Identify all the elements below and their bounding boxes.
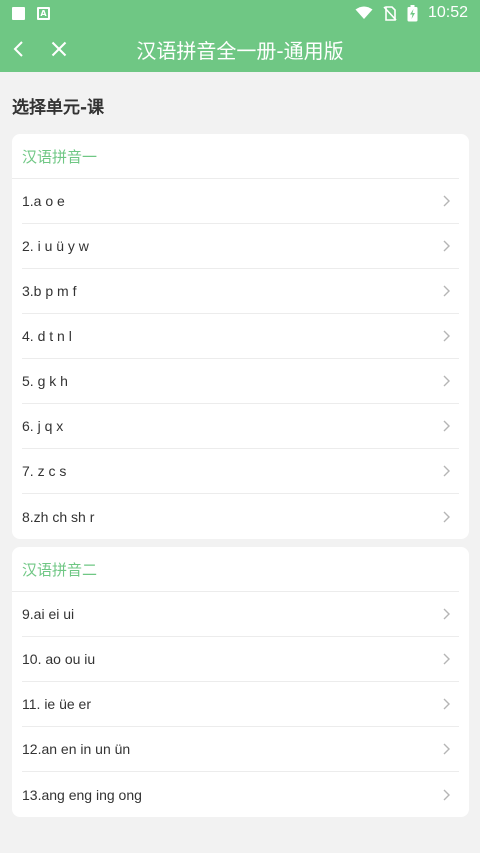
lesson-label: 4. d t n l	[22, 328, 72, 344]
status-bar: A 10:52	[0, 0, 480, 26]
close-button[interactable]	[44, 34, 74, 64]
lesson-label: 8.zh ch sh r	[22, 508, 95, 525]
lesson-label: 5. g k h	[22, 373, 68, 389]
unit-card: 汉语拼音一 1.a o e 2. i u ü y w 3.b p m f 4. …	[12, 134, 469, 539]
lesson-row[interactable]: 6. j q x	[22, 404, 459, 449]
unit-card: 汉语拼音二 9.ai ei ui 10. ao ou iu 11. ie üe …	[12, 547, 469, 817]
wifi-icon	[355, 6, 373, 19]
lesson-row[interactable]: 7. z c s	[22, 449, 459, 494]
lesson-label: 13.ang eng ing ong	[22, 786, 142, 803]
chevron-right-icon	[443, 465, 450, 477]
notification-a-icon: A	[37, 6, 50, 20]
unit-header: 汉语拼音二	[12, 547, 459, 592]
lesson-label: 9.ai ei ui	[22, 606, 75, 622]
chevron-right-icon	[443, 240, 450, 252]
lesson-label: 3.b p m f	[22, 283, 77, 299]
chevron-right-icon	[443, 608, 450, 620]
lesson-row[interactable]: 5. g k h	[22, 359, 459, 404]
chevron-right-icon	[443, 698, 450, 710]
chevron-right-icon	[443, 285, 450, 297]
lesson-label: 6. j q x	[22, 418, 64, 434]
lesson-label: 1.a o e	[22, 193, 65, 209]
lesson-row[interactable]: 9.ai ei ui	[22, 592, 459, 637]
chevron-left-icon	[13, 41, 23, 57]
close-icon	[51, 41, 67, 57]
chevron-right-icon	[443, 375, 450, 387]
lesson-label: 7. z c s	[22, 463, 67, 479]
status-time: 10:52	[427, 4, 468, 21]
notification-square-icon	[12, 6, 25, 20]
lesson-label: 11. ie üe er	[22, 696, 92, 712]
chevron-right-icon	[443, 789, 450, 800]
chevron-right-icon	[443, 653, 450, 665]
lesson-row[interactable]: 3.b p m f	[22, 269, 459, 314]
unit-header: 汉语拼音一	[12, 134, 459, 179]
chevron-right-icon	[443, 743, 450, 755]
lesson-row[interactable]: 4. d t n l	[22, 314, 459, 359]
title-bar: 汉语拼音全一册-通用版	[0, 26, 480, 72]
lesson-row[interactable]: 10. ao ou iu	[22, 637, 459, 682]
chevron-right-icon	[443, 195, 450, 207]
chevron-right-icon	[443, 420, 450, 432]
battery-charging-icon	[407, 4, 418, 21]
lesson-row[interactable]: 11. ie üe er	[22, 682, 459, 727]
lesson-row[interactable]: 2. i u ü y w	[22, 224, 459, 269]
no-sim-icon	[383, 5, 397, 21]
lesson-label: 12.an en in un ün	[22, 741, 131, 757]
lesson-label: 2. i u ü y w	[22, 238, 89, 254]
lesson-row[interactable]: 1.a o e	[22, 179, 459, 224]
lesson-row[interactable]: 13.ang eng ing ong	[22, 772, 459, 817]
lesson-row[interactable]: 8.zh ch sh r	[22, 494, 459, 539]
section-title: 选择单元-课	[12, 98, 105, 118]
lesson-label: 10. ao ou iu	[22, 651, 96, 667]
app-header: A 10:52 汉语拼音全一册-通用版	[0, 0, 480, 72]
chevron-right-icon	[443, 511, 450, 522]
back-button[interactable]	[4, 34, 34, 64]
chevron-right-icon	[443, 330, 450, 342]
lesson-row[interactable]: 12.an en in un ün	[22, 727, 459, 772]
